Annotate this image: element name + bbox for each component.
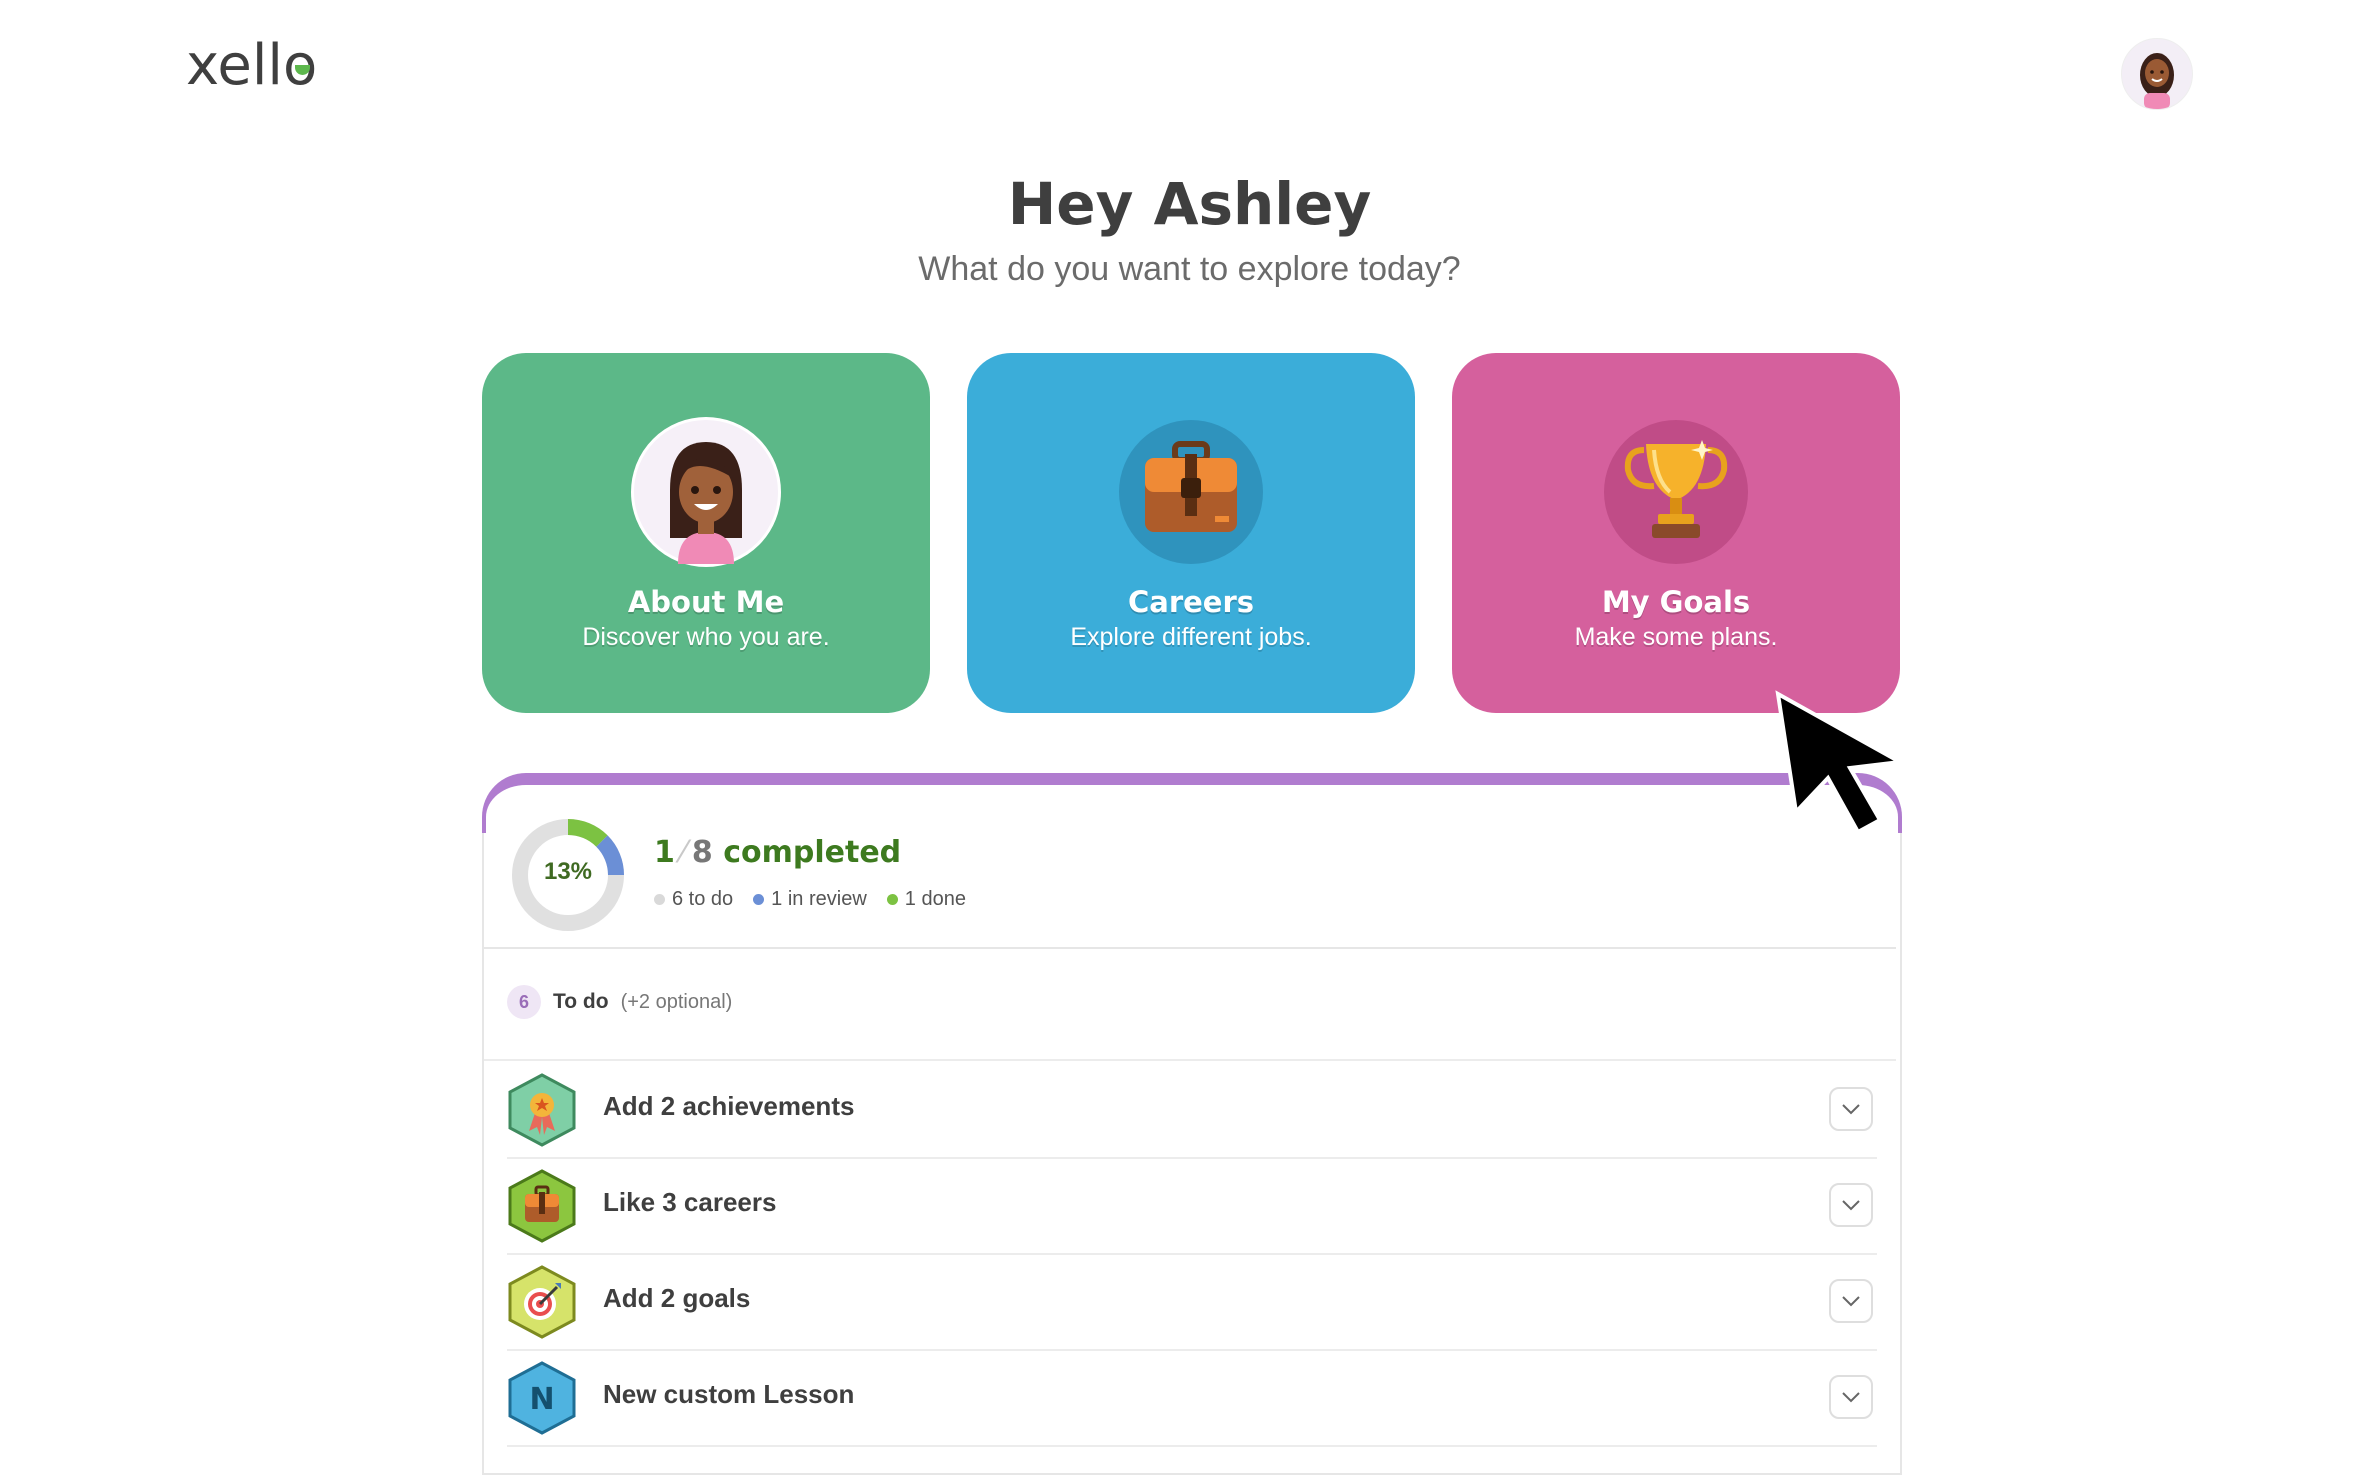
todo-count-badge: 6 (507, 985, 541, 1019)
chevron-down-icon (1842, 1104, 1860, 1115)
legend-done: 1 done (886, 888, 966, 911)
panel-divider (484, 947, 1896, 949)
legend-dot-icon (654, 894, 665, 905)
chevron-down-icon (1842, 1296, 1860, 1307)
legend-label: 6 to do (672, 888, 734, 910)
svg-text:N: N (529, 1382, 554, 1417)
task-label: Like 3 careers (603, 1187, 777, 1217)
completed-slash: ⁄ (680, 835, 686, 870)
expand-button[interactable] (1829, 1279, 1873, 1323)
progress-done-arc (567, 819, 608, 847)
target-icon (508, 1265, 576, 1339)
completed-total: 8 (691, 835, 713, 870)
about-me-description: Discover who you are. (582, 623, 830, 651)
task-row[interactable]: Add 2 goals (507, 1253, 1877, 1351)
about-me-title: About Me (627, 585, 785, 619)
about-me-card[interactable]: About Me Discover who you are. (482, 353, 930, 713)
legend-review: 1 in review (753, 888, 867, 911)
careers-badge (1119, 420, 1263, 564)
legend-label: 1 in review (771, 888, 867, 910)
progress-panel-accent (482, 773, 1902, 833)
careers-description: Explore different jobs. (1070, 623, 1312, 651)
page-subtitle: What do you want to explore today? (918, 250, 1461, 288)
chevron-down-icon (1842, 1200, 1860, 1211)
completed-count: 1 (654, 835, 675, 870)
task-row[interactable]: Add 2 achievements (507, 1061, 1877, 1159)
task-row[interactable]: Like 3 careers (507, 1157, 1877, 1255)
trophy-icon (1624, 440, 1728, 538)
avatar-icon (2140, 53, 2174, 109)
todo-optional: (+2 optional) (620, 990, 733, 1013)
briefcase-icon (508, 1169, 576, 1243)
briefcase-icon (1145, 441, 1237, 532)
careers-title: Careers (1127, 585, 1255, 619)
task-label: New custom Lesson (603, 1379, 855, 1409)
my-goals-card[interactable]: My Goals Make some plans. (1452, 353, 1900, 713)
legend-label: 1 done (904, 888, 966, 910)
expand-button[interactable] (1829, 1183, 1873, 1227)
todo-header: 6 To do (+2 optional) (507, 985, 732, 1019)
chevron-down-icon (1842, 1392, 1860, 1403)
completed-word: completed (723, 835, 902, 870)
avatar-icon (670, 442, 742, 564)
legend-dot-icon (886, 894, 898, 905)
task-row[interactable]: N New custom Lesson (507, 1349, 1877, 1447)
legend-dot-icon (753, 894, 765, 905)
ribbon-icon (508, 1073, 576, 1147)
todo-title: To do (553, 990, 609, 1013)
expand-button[interactable] (1829, 1087, 1873, 1131)
expand-button[interactable] (1829, 1375, 1873, 1419)
progress-legend: 6 to do 1 in review 1 done (654, 888, 966, 911)
progress-percent: 13% (543, 858, 593, 885)
completed-summary: 1 ⁄ 8 completed (654, 835, 901, 870)
task-label: Add 2 goals (603, 1283, 751, 1313)
profile-avatar[interactable] (2121, 38, 2193, 110)
legend-todo: 6 to do (654, 888, 733, 911)
logo-text: xell (186, 33, 283, 98)
task-label: Add 2 achievements (603, 1091, 855, 1121)
xello-logo[interactable]: xello (186, 34, 317, 98)
goals-badge (1604, 420, 1748, 564)
mouse-cursor-icon (1775, 690, 1907, 835)
lesson-icon: N (508, 1361, 576, 1435)
my-goals-description: Make some plans. (1574, 623, 1778, 651)
avatar-badge (631, 417, 781, 567)
page-title: Hey Ashley (1007, 170, 1372, 238)
careers-card[interactable]: Careers Explore different jobs. (967, 353, 1415, 713)
my-goals-title: My Goals (1601, 585, 1751, 619)
